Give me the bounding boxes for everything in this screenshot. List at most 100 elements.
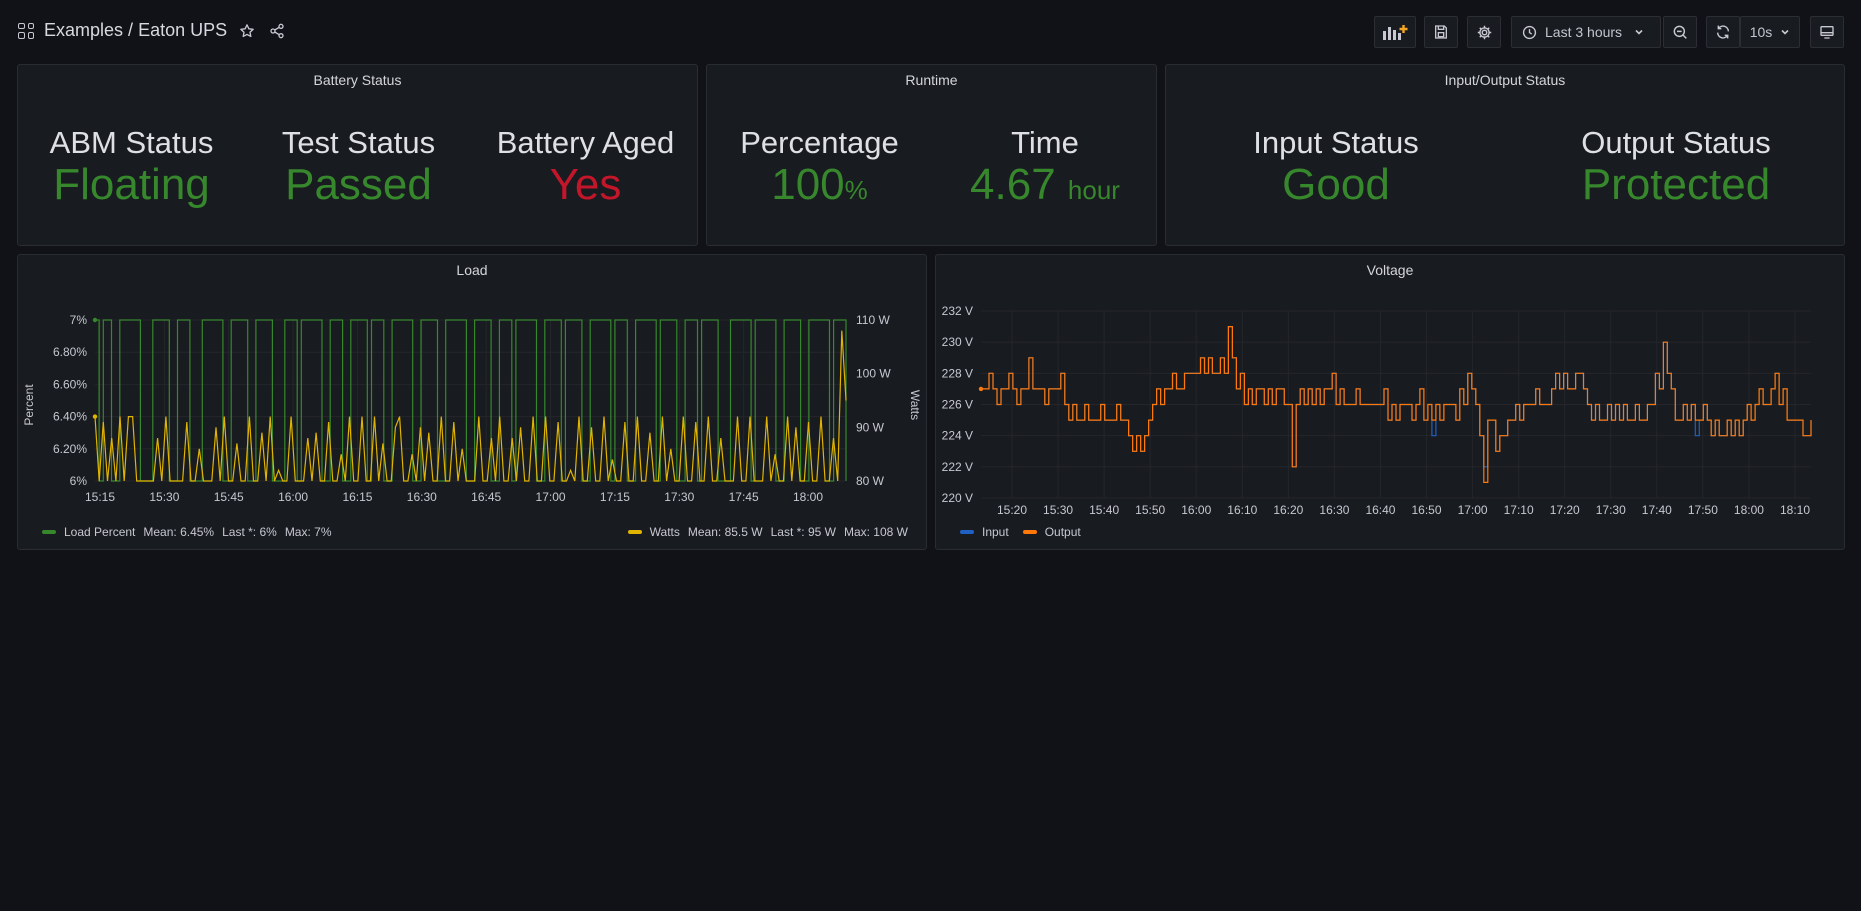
stat-label: Output Status [1581, 125, 1771, 160]
y-left-tick-label: 6.40% [53, 410, 87, 424]
stat-value: 4.67 hour [932, 161, 1158, 214]
legend-last: Last *: 6% [222, 525, 277, 539]
x-tick-label: 15:45 [214, 490, 244, 504]
y-left-tick-label: 6.60% [53, 377, 87, 391]
load-chart[interactable]: Percent Watts 6% 6.20% 6.40% 6.60% 6.80% 7% 80… [18, 255, 926, 549]
watts-legend[interactable]: Watts Mean: 85.5 W Last *: 95 W Max: 108… [627, 525, 908, 539]
legend-series-name: Watts [649, 525, 680, 539]
tv-mode-button[interactable] [1810, 16, 1844, 48]
x-tick-label: 16:10 [1227, 503, 1257, 517]
x-tick-label: 15:50 [1135, 503, 1165, 517]
chevron-down-icon [1635, 29, 1643, 35]
battery-status-panel: Battery Status ABM Status Floating Test … [17, 64, 698, 246]
x-tick-label: 16:00 [278, 490, 308, 504]
panel-title[interactable]: Input/Output Status [1166, 72, 1844, 88]
x-tick-label: 15:30 [149, 490, 179, 504]
legend-series-name: Load Percent [64, 525, 136, 539]
stat-number: 100 [771, 160, 845, 209]
output-legend-item[interactable]: Output [1022, 525, 1081, 539]
stat-value: 100% [707, 161, 932, 214]
runtime-panel: Runtime Percentage 100% Time 4.67 hour [706, 64, 1157, 246]
watts-series-line [94, 330, 847, 482]
x-tick-label: 17:00 [536, 490, 566, 504]
breadcrumb: Examples / Eaton UPS [18, 20, 287, 41]
x-tick-label: 17:00 [1458, 503, 1488, 517]
left-axis-label: Percent [22, 384, 36, 426]
x-tick-label: 15:15 [85, 490, 115, 504]
y-right-tick-label: 90 W [856, 420, 885, 434]
stat-value: Good [1282, 160, 1390, 209]
time-range-picker[interactable]: Last 3 hours [1511, 16, 1661, 48]
stat-label: Test Status [281, 125, 436, 160]
x-tick-label: 17:50 [1688, 503, 1718, 517]
y-right-tick-label: 80 W [856, 474, 885, 488]
test-status-stat: Test Status Passed [245, 125, 472, 209]
legend-mean: Mean: 85.5 W [687, 525, 763, 539]
stat-value: Protected [1581, 160, 1771, 209]
legend-swatch [960, 530, 974, 534]
y-tick-label: 230 V [942, 335, 973, 349]
x-tick-label: 18:00 [793, 490, 823, 504]
legend-max: Max: 108 W [843, 525, 908, 539]
voltage-chart[interactable]: 220 V 222 V 224 V 226 V 228 V 230 V 232 V 15:20… [936, 255, 1844, 549]
legend-swatch [627, 530, 642, 534]
refresh-icon [1716, 25, 1730, 39]
y-tick-label: 226 V [942, 398, 973, 412]
x-tick-label: 17:45 [729, 490, 759, 504]
time-range-label: Last 3 hours [1545, 24, 1623, 40]
gear-icon [1477, 25, 1491, 39]
add-panel-button[interactable] [1374, 16, 1416, 48]
breadcrumb-separator: / [128, 20, 134, 40]
y-tick-label: 222 V [942, 460, 973, 474]
x-tick-label: 16:45 [471, 490, 501, 504]
time-stat: Time 4.67 hour [932, 125, 1158, 214]
x-tick-label: 16:30 [1319, 503, 1349, 517]
right-axis-label: Watts [908, 390, 922, 420]
dashboard-title[interactable]: Eaton UPS [138, 20, 227, 40]
y-right-tick-label: 110 W [856, 313, 890, 327]
legend-series-name: Output [1044, 525, 1081, 539]
y-left-tick-label: 7% [70, 313, 88, 327]
x-tick-label: 15:40 [1089, 503, 1119, 517]
stat-value: Passed [285, 160, 432, 209]
input-legend-item[interactable]: Input [960, 525, 1009, 539]
breadcrumb-folder[interactable]: Examples [44, 20, 123, 40]
stat-value: Yes [549, 160, 622, 209]
refresh-interval-label: 10s [1749, 24, 1773, 40]
zoom-out-icon [1673, 25, 1687, 39]
panel-title[interactable]: Battery Status [18, 72, 697, 88]
y-tick-label: 232 V [942, 304, 973, 318]
zoom-out-button[interactable] [1663, 16, 1697, 48]
stat-value: Floating [53, 160, 210, 209]
x-tick-label: 16:30 [407, 490, 437, 504]
x-tick-label: 16:50 [1412, 503, 1442, 517]
refresh-button[interactable] [1706, 16, 1740, 48]
load-percent-legend[interactable]: Load Percent Mean: 6.45% Last *: 6% Max:… [42, 525, 332, 539]
x-tick-label: 18:00 [1734, 503, 1764, 517]
add-panel-icon [1383, 25, 1408, 40]
star-icon[interactable] [237, 21, 257, 41]
stat-label: Time [1011, 125, 1079, 160]
output-first-point [978, 386, 984, 392]
share-icon[interactable] [267, 21, 287, 41]
io-status-panel: Input/Output Status Input Status Good Ou… [1165, 64, 1845, 246]
save-dashboard-button[interactable] [1424, 16, 1458, 48]
stat-label: ABM Status [49, 125, 214, 160]
refresh-interval-picker[interactable]: 10s [1740, 16, 1800, 48]
stat-unit: % [844, 175, 868, 205]
voltage-panel: Voltage 220 V 222 V 224 V 226 V 228 V 230 V 23… [935, 254, 1845, 550]
y-left-tick-label: 6.20% [53, 442, 87, 456]
x-tick-label: 17:40 [1642, 503, 1672, 517]
panel-title[interactable]: Runtime [707, 72, 1156, 88]
stat-label: Battery Aged [496, 125, 675, 160]
x-tick-label: 18:10 [1780, 503, 1810, 517]
watts-first-point [92, 414, 98, 419]
dashboard-settings-button[interactable] [1467, 16, 1501, 48]
x-tick-label: 17:15 [600, 490, 630, 504]
dashboards-grid-icon[interactable] [18, 22, 34, 39]
x-tick-label: 16:00 [1181, 503, 1211, 517]
x-tick-label: 17:20 [1550, 503, 1580, 517]
legend-max: Max: 7% [284, 525, 332, 539]
x-tick-label: 17:10 [1504, 503, 1534, 517]
chevron-down-icon [1781, 29, 1789, 35]
